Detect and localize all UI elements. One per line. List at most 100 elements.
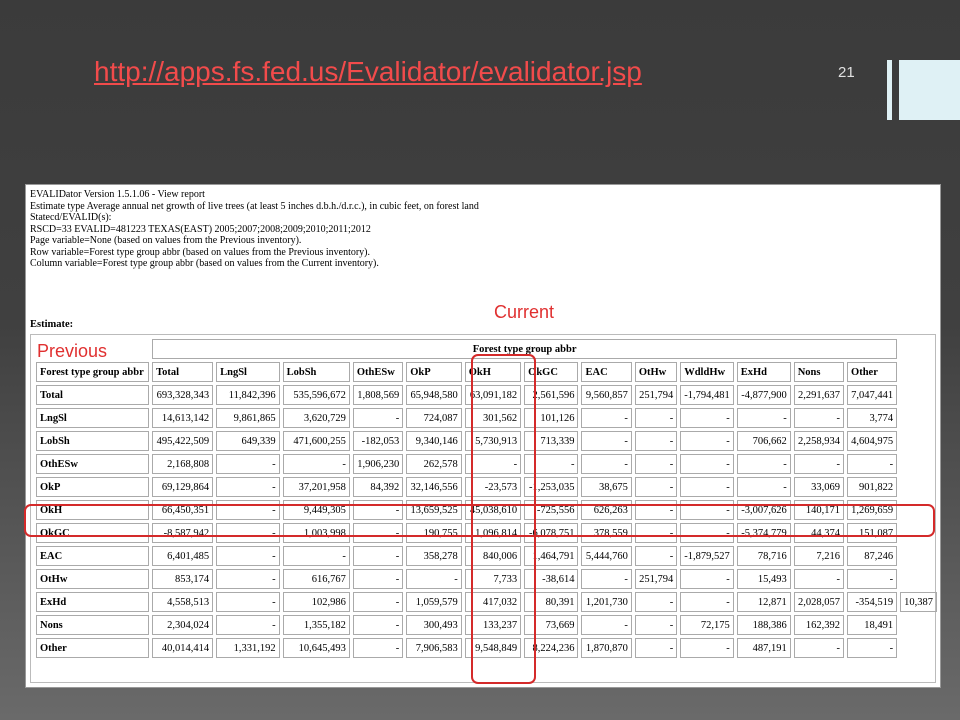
table-cell: 11,842,396: [216, 385, 280, 405]
row-header-eac: EAC: [36, 546, 150, 566]
table-cell: 38,675: [581, 477, 632, 497]
table-cell: -: [680, 477, 734, 497]
table-cell: 358,278: [406, 546, 462, 566]
table-cell: -: [793, 638, 845, 658]
table-cell: -354,519: [847, 592, 898, 612]
table-cell: -: [680, 431, 734, 451]
table-cell: 7,216: [793, 546, 845, 566]
column-header-lngsl: LngSl: [216, 362, 280, 382]
table-cell: 487,191: [736, 638, 791, 658]
report-page-variable-line: Page variable=None (based on values from…: [30, 235, 302, 246]
table-cell: 251,794: [634, 385, 678, 405]
table-cell: 7,906,583: [406, 638, 462, 658]
table-cell: 4,558,513: [152, 592, 214, 612]
estimate-label: Estimate:: [30, 319, 74, 330]
column-header-othesw: OthESw: [352, 362, 404, 382]
report-row-variable-line: Row variable=Forest type group abbr (bas…: [30, 246, 371, 258]
table-cell: 3,620,729: [282, 408, 350, 428]
table-cell: -: [680, 569, 734, 589]
column-header-exhd: ExHd: [736, 362, 791, 382]
table-cell: 2,291,637: [793, 385, 845, 405]
table-cell: -: [216, 454, 280, 474]
table-cell: -: [581, 615, 632, 635]
table-cell: -: [581, 408, 632, 428]
table-cell: -: [634, 638, 678, 658]
table-cell: 18,491: [847, 615, 898, 635]
table-cell: 7,047,441: [847, 385, 898, 405]
row-header-othesw: OthESw: [36, 454, 150, 474]
table-cell: -: [581, 454, 632, 474]
table-cell: -1,879,527: [680, 546, 734, 566]
decorative-bar-thin: [887, 60, 892, 120]
column-header-okp: OkP: [406, 362, 462, 382]
table-cell: -: [581, 569, 632, 589]
table-cell: -: [352, 546, 404, 566]
column-header-other: Other: [847, 362, 898, 382]
table-cell: -: [581, 431, 632, 451]
table-cell: -: [634, 615, 678, 635]
table-cell: 471,600,255: [282, 431, 350, 451]
table-cell: -: [216, 592, 280, 612]
table-cell: -1,794,481: [680, 385, 734, 405]
table-cell: 1,201,730: [581, 592, 632, 612]
table-cell: -: [216, 546, 280, 566]
column-header-eac: EAC: [581, 362, 632, 382]
table-cell: 69,129,864: [152, 477, 214, 497]
table-cell: 9,861,865: [216, 408, 280, 428]
okh-row-highlight: [24, 504, 935, 537]
table-cell: -: [793, 569, 845, 589]
table-cell: 9,340,146: [406, 431, 462, 451]
table-cell: -: [736, 454, 791, 474]
table-cell: 495,422,509: [152, 431, 214, 451]
row-header-other: Other: [36, 638, 150, 658]
table-cell: -: [634, 408, 678, 428]
table-cell: 1,808,569: [352, 385, 404, 405]
table-cell: -: [634, 477, 678, 497]
table-cell: 1,906,230: [352, 454, 404, 474]
slide-number: 21: [838, 64, 855, 81]
table-cell: 72,175: [680, 615, 734, 635]
table-cell: 15,493: [736, 569, 791, 589]
table-cell: 9,560,857: [581, 385, 632, 405]
table-cell: 102,986: [282, 592, 350, 612]
report-column-variable-line: Column variable=Forest type group abbr (…: [30, 258, 379, 269]
table-cell: 693,328,343: [152, 385, 214, 405]
table-cell: 10,645,493: [282, 638, 350, 658]
table-cell: 10,387: [900, 592, 937, 612]
table-cell: -: [634, 592, 678, 612]
row-header-exhd: ExHd: [36, 592, 150, 612]
report-header: EVALIDator Version 1.5.1.06 - View repor…: [30, 189, 479, 270]
table-cell: 706,662: [736, 431, 791, 451]
table-cell: 853,174: [152, 569, 214, 589]
table-cell: 2,168,808: [152, 454, 214, 474]
table-cell: -: [793, 454, 845, 474]
column-header-lobsh: LobSh: [282, 362, 350, 382]
column-header-nons: Nons: [793, 362, 845, 382]
row-header-othw: OtHw: [36, 569, 150, 589]
table-cell: 37,201,958: [282, 477, 350, 497]
table-cell: 535,596,672: [282, 385, 350, 405]
table-cell: -: [680, 638, 734, 658]
table-cell: 14,613,142: [152, 408, 214, 428]
table-cell: -: [216, 615, 280, 635]
table-cell: -: [352, 638, 404, 658]
table-cell: -: [216, 477, 280, 497]
evalidator-url-link[interactable]: http://apps.fs.fed.us/Evalidator/evalida…: [94, 56, 642, 88]
column-header-wdldhw: WdldHw: [680, 362, 734, 382]
table-cell: 32,146,556: [406, 477, 462, 497]
table-cell: 1,355,182: [282, 615, 350, 635]
table-cell: 40,014,414: [152, 638, 214, 658]
table-cell: -: [680, 454, 734, 474]
table-cell: -: [282, 454, 350, 474]
table-cell: 84,392: [352, 477, 404, 497]
table-cell: -: [634, 454, 678, 474]
table-cell: 724,087: [406, 408, 462, 428]
row-variable-header: Forest type group abbr: [36, 362, 150, 382]
table-cell: 300,493: [406, 615, 462, 635]
table-cell: 1,059,579: [406, 592, 462, 612]
table-cell: 2,028,057: [793, 592, 845, 612]
table-cell: -: [216, 569, 280, 589]
table-cell: 5,444,760: [581, 546, 632, 566]
table-cell: -: [680, 592, 734, 612]
table-cell: -182,053: [352, 431, 404, 451]
